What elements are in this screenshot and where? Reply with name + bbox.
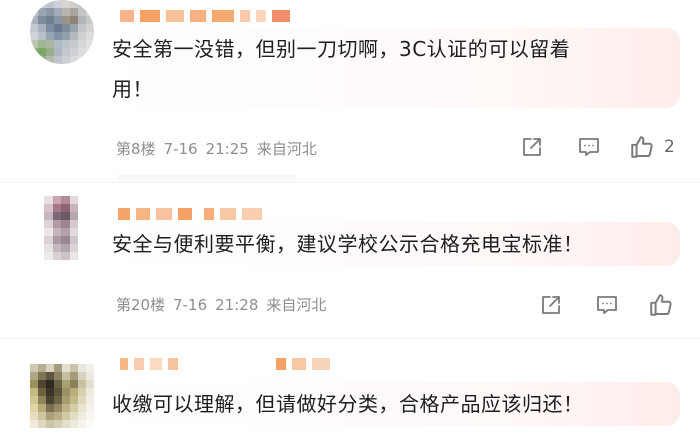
comment-date: 7-16 [163,140,198,158]
comment-text-line: 安全第一没错，但别一刀切啊，3C认证的可以留着 [112,37,571,61]
avatar[interactable] [30,364,94,428]
nickname-mosaic[interactable] [120,8,296,22]
like-count: 2 [664,137,675,157]
comment-item: 安全与便利要平衡，建议学校公示合格充电宝标准！ 第20楼 7-16 21:28 来自河… [0,190,700,330]
comment-icon [579,138,599,156]
separator [0,338,700,339]
comment-location: 来自河北 [256,140,317,158]
comment-text-line: 安全与便利要平衡，建议学校公示合格充电宝标准！ [112,232,584,256]
comment-text-line: 收缴可以理解，但请做好分类，合格产品应该归还！ [112,392,584,416]
comment-text: 安全与便利要平衡，建议学校公示合格充电宝标准！ [112,224,584,264]
thumbs-up-icon [650,294,672,316]
comment-icon [597,296,617,314]
comment-meta: 第20楼 7-16 21:28 来自河北 [116,294,326,315]
share-icon [523,138,541,156]
comment-time: 21:28 [215,296,259,314]
like-button[interactable] [648,292,674,318]
share-icon [542,296,560,314]
share-button[interactable] [519,134,545,160]
comment-time: 21:25 [205,140,249,158]
nickname-mosaic[interactable] [118,206,268,220]
comment-item: 收缴可以理解，但请做好分类，合格产品应该归还！ [0,346,700,434]
comment-text: 收缴可以理解，但请做好分类，合格产品应该归还！ [112,384,584,424]
avatar[interactable] [30,0,94,64]
reply-button[interactable] [594,292,620,318]
comment-item: 安全第一没错，但别一刀切啊，3C认证的可以留着 用！ 第8楼 7-16 21:25 来… [0,0,700,183]
comment-date: 7-16 [173,296,208,314]
like-button[interactable] [629,134,655,160]
comment-text-line: 用！ [112,77,153,101]
thumbs-up-icon [631,136,653,158]
floor-number: 第20楼 [116,296,166,314]
comment-meta: 第8楼 7-16 21:25 来自河北 [116,138,317,159]
avatar[interactable] [44,196,78,260]
comment-location: 来自河北 [266,296,327,314]
share-button[interactable] [538,292,564,318]
comment-text: 安全第一没错，但别一刀切啊，3C认证的可以留着 用！ [112,29,570,109]
nickname-mosaic[interactable] [120,356,336,370]
reply-button[interactable] [576,134,602,160]
separator [0,182,700,183]
floor-number: 第8楼 [116,140,156,158]
